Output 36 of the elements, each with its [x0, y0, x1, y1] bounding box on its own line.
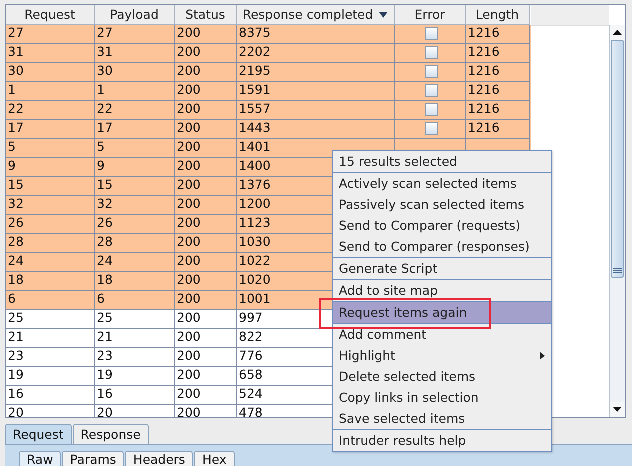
column-header[interactable]: Length — [466, 5, 530, 25]
table-row[interactable]: 17 17 200 1443 1216 — [6, 120, 531, 139]
view-tab[interactable]: Headers — [125, 451, 194, 466]
message-tab[interactable]: Response — [72, 424, 149, 444]
error-checkbox[interactable] — [424, 122, 438, 135]
menu-item[interactable]: Intruder results help — [333, 430, 551, 451]
column-header[interactable]: Request — [6, 5, 95, 25]
scroll-thumb[interactable] — [611, 40, 624, 278]
menu-item[interactable]: Generate Script — [333, 258, 551, 279]
error-checkbox[interactable] — [424, 84, 438, 97]
sort-arrow-icon — [379, 12, 388, 18]
menu-item[interactable]: Save selected items — [333, 408, 551, 429]
view-tab[interactable]: Params — [62, 451, 124, 466]
table-cell: 200 — [175, 405, 237, 417]
view-tab[interactable]: Hex — [194, 451, 235, 466]
error-checkbox[interactable] — [424, 46, 438, 59]
table-row[interactable]: 22 22 200 1557 1216 — [6, 101, 531, 120]
column-header[interactable]: Status — [175, 5, 237, 25]
message-tab[interactable]: Request — [5, 424, 72, 444]
column-header[interactable]: Payload — [95, 5, 175, 25]
table-row[interactable]: 27 27 200 8375 1216 — [6, 25, 531, 44]
error-checkbox[interactable] — [424, 65, 438, 78]
scroll-up-icon[interactable] — [613, 30, 622, 35]
column-header[interactable]: Error — [395, 5, 466, 25]
submenu-arrow-icon — [540, 352, 545, 360]
table-row[interactable]: 1 1 200 1591 1216 — [6, 82, 531, 101]
scroll-down-icon[interactable] — [613, 407, 622, 412]
view-tab[interactable]: Raw — [19, 451, 62, 466]
error-checkbox[interactable] — [424, 27, 438, 40]
menu-item[interactable]: Request items again — [333, 302, 551, 323]
menu-item-label: Highlight — [339, 348, 396, 363]
table-row[interactable]: 31 31 200 2202 1216 — [6, 44, 531, 63]
table-row[interactable]: 30 30 200 2195 1216 — [6, 63, 531, 82]
column-header[interactable]: Response completed — [237, 5, 395, 25]
menu-item[interactable]: Add to site map — [333, 280, 551, 301]
error-checkbox[interactable] — [424, 103, 438, 116]
